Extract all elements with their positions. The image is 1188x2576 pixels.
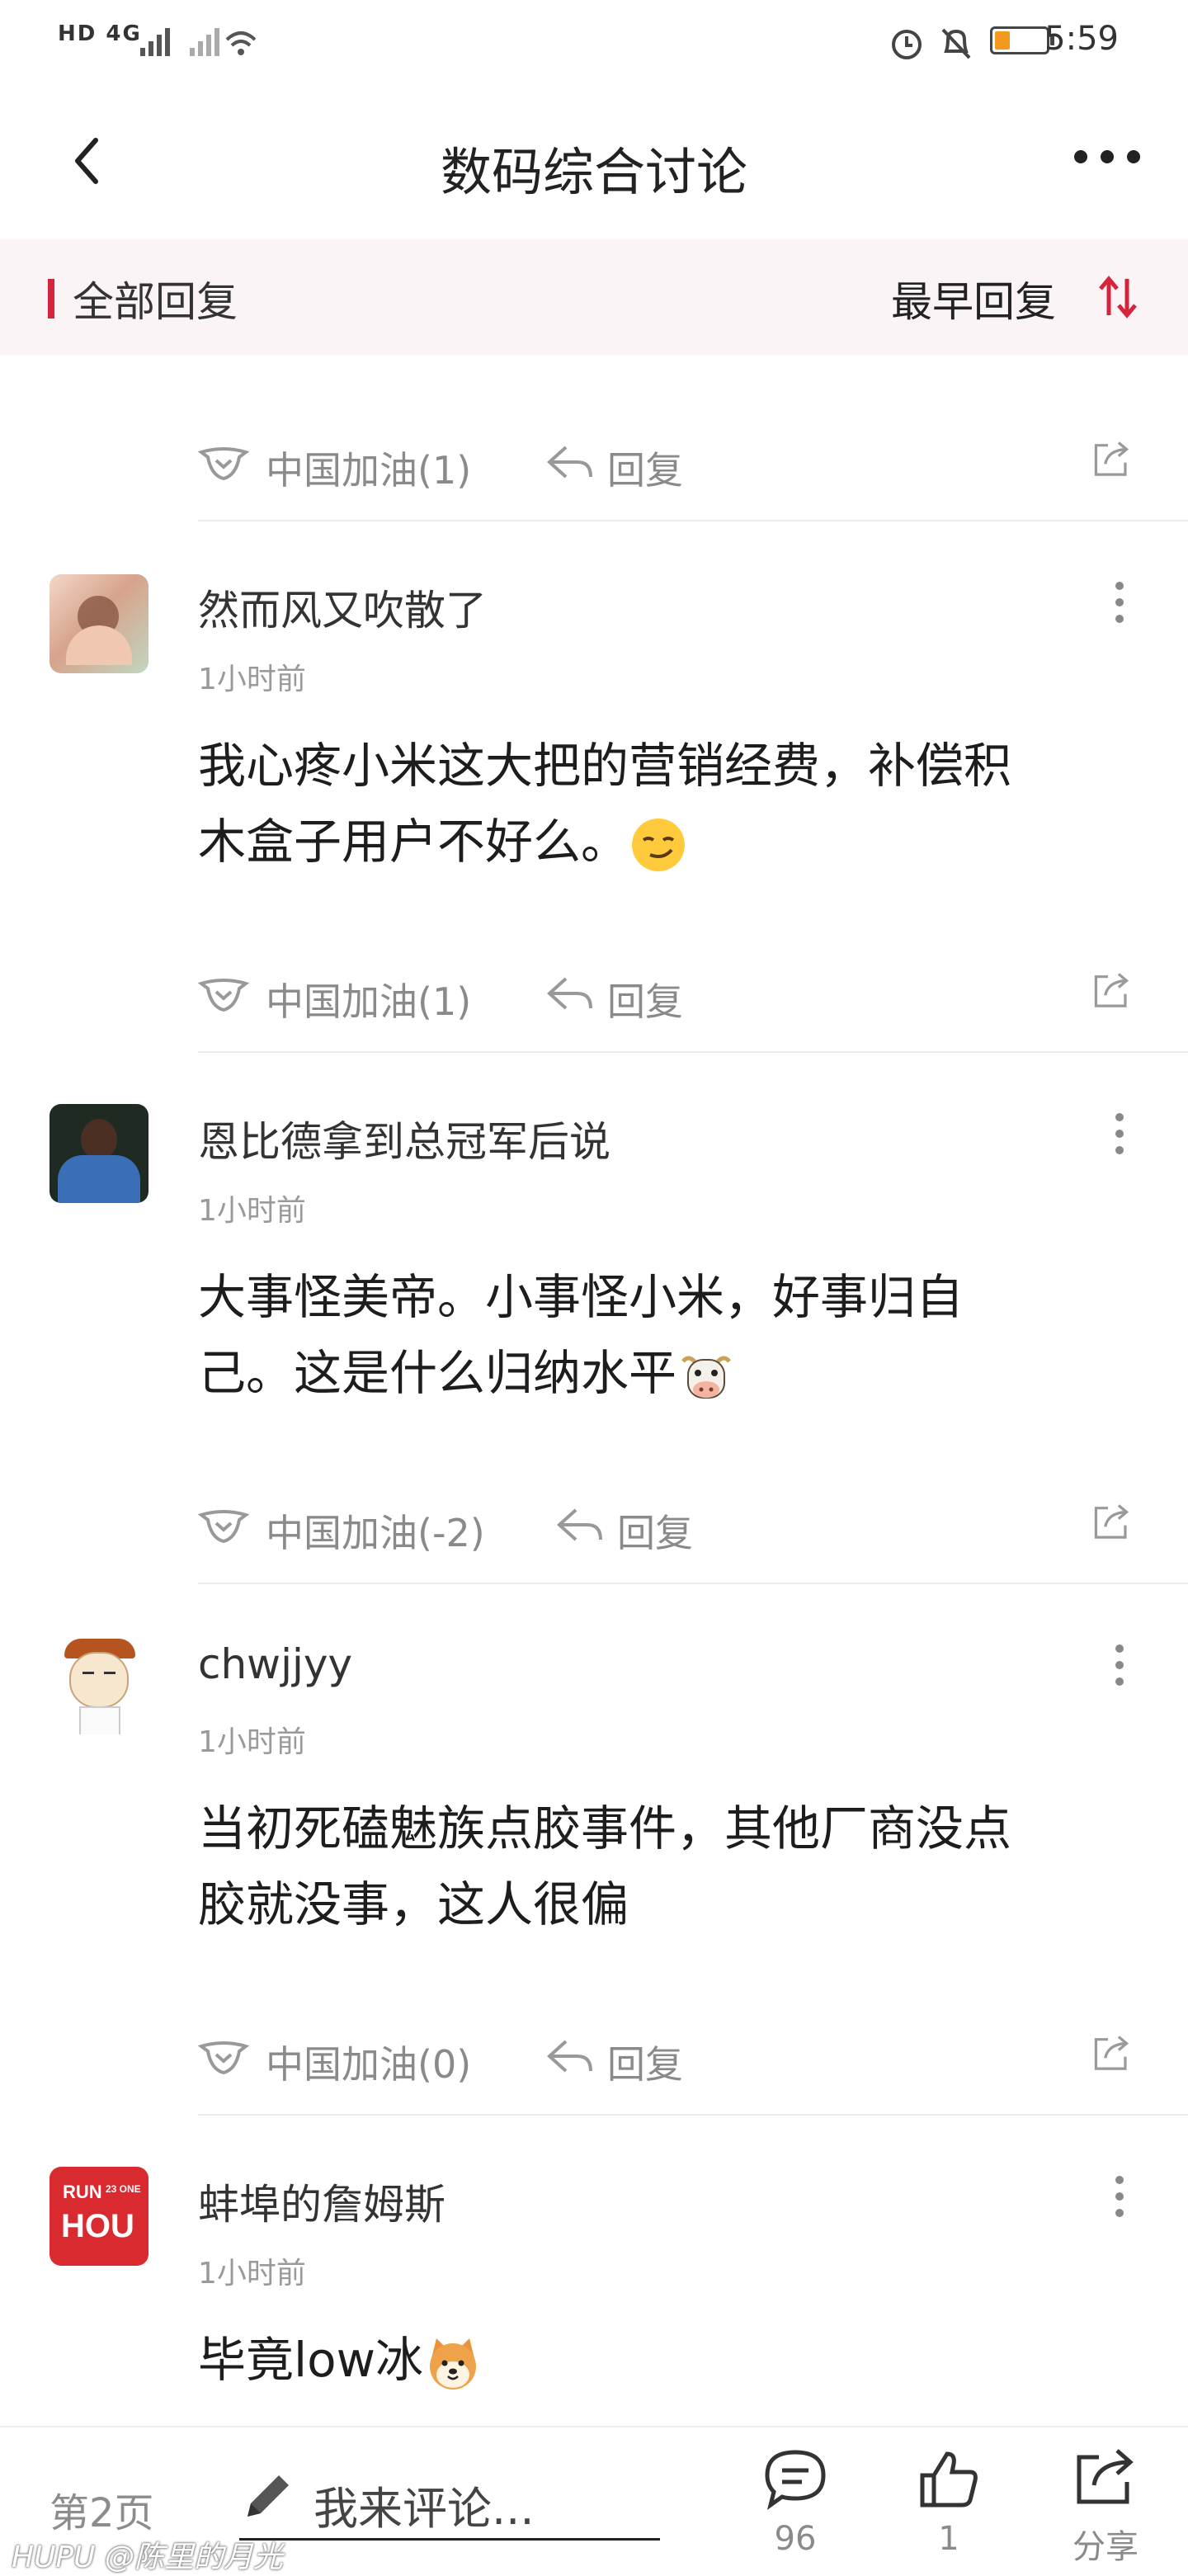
avatar[interactable] [50, 574, 148, 673]
more-options-icon[interactable] [1072, 140, 1142, 173]
share-label[interactable]: 分享 [1056, 2520, 1155, 2568]
smirk-emoji-icon [632, 818, 686, 871]
divider [198, 520, 1188, 521]
username[interactable]: 然而风又吹散了 [198, 578, 487, 637]
cheer-count[interactable]: 中国加油(1) [266, 972, 471, 1026]
reply-icon[interactable] [544, 2036, 596, 2078]
timestamp: 1小时前 [198, 1725, 306, 1759]
cheer-icon[interactable] [198, 2036, 249, 2078]
clock: 5:59 [1044, 20, 1119, 58]
share-icon[interactable] [1086, 2031, 1137, 2073]
comment-text: 毕竟low冰 [198, 2322, 1138, 2398]
reply-icon[interactable] [544, 974, 596, 1015]
cheer-icon[interactable] [198, 974, 249, 1015]
comment-more-icon[interactable] [1110, 2173, 1129, 2220]
page-title: 数码综合讨论 [440, 142, 747, 202]
comment-input-underline [239, 2538, 660, 2541]
reply-button[interactable]: 回复 [607, 441, 683, 495]
reply-button[interactable]: 回复 [607, 972, 683, 1026]
timestamp: 1小时前 [198, 663, 306, 696]
page-indicator[interactable]: 第2页 [50, 2480, 154, 2538]
username[interactable]: chwjjyy [198, 1640, 352, 1688]
reply-button[interactable]: 回复 [607, 2035, 683, 2089]
alarm-icon [892, 30, 922, 59]
sort-toggle-icon[interactable] [1097, 272, 1138, 322]
comment-more-icon[interactable] [1110, 1642, 1129, 1688]
comment-count: 96 [774, 2520, 817, 2558]
username[interactable]: 蚌埠的詹姆斯 [198, 2172, 446, 2231]
avatar[interactable]: RUN 23 ONE HOU [50, 2167, 148, 2266]
reply-icon[interactable] [544, 442, 596, 484]
reply-icon[interactable] [554, 1505, 606, 1546]
sort-bar-indicator [48, 279, 54, 318]
signal-icon [140, 28, 256, 56]
share-icon[interactable] [1086, 437, 1137, 479]
comments-icon[interactable] [762, 2447, 828, 2510]
cheer-icon[interactable] [198, 1505, 249, 1546]
divider [198, 1583, 1188, 1584]
shiba-dog-emoji-icon [430, 2338, 477, 2390]
battery-icon [990, 26, 1054, 54]
divider [198, 2114, 1188, 2116]
network-indicator: HD 4G [58, 21, 142, 46]
sort-order-button[interactable]: 最早回复 [891, 269, 1056, 328]
avatar-text: HOU [61, 2208, 134, 2244]
comment-text: 当初死磕魅族点胶事件，其他厂商没点 胶就没事，这人很偏 [198, 1800, 1012, 1932]
pencil-icon[interactable] [239, 2467, 297, 2525]
share-icon[interactable] [1086, 1500, 1137, 1541]
username[interactable]: 恩比德拿到总冠军后说 [198, 1109, 610, 1168]
comment-text: 大事怪美帝。小事怪小米，好事归自 己。这是什么归纳水平 [198, 1259, 1138, 1411]
mute-bell-icon [941, 28, 971, 59]
avatar[interactable] [50, 1104, 148, 1203]
all-replies-tab[interactable]: 全部回复 [73, 269, 238, 328]
avatar[interactable] [50, 1635, 148, 1734]
timestamp: 1小时前 [198, 1194, 306, 1228]
share-icon[interactable] [1072, 2444, 1138, 2507]
like-count: 1 [938, 2520, 959, 2558]
cheer-count[interactable]: 中国加油(1) [266, 441, 471, 495]
divider [198, 1051, 1188, 1053]
comment-more-icon[interactable] [1110, 579, 1129, 625]
reply-button[interactable]: 回复 [617, 1503, 693, 1558]
avatar-text: 23 ONE [106, 2183, 141, 2195]
cheer-count[interactable]: 中国加油(-2) [266, 1503, 485, 1558]
avatar-text: RUN [63, 2182, 102, 2202]
cow-emoji-icon [681, 1356, 732, 1399]
share-icon[interactable] [1086, 969, 1137, 1010]
status-bar: HD 4G 5:59 [0, 0, 1188, 83]
watermark: HUPU @陈里的月光 [12, 2541, 283, 2574]
comment-text: 我心疼小米这大把的营销经费，补偿积 木盒子用户不好么。 [198, 728, 1138, 880]
cheer-icon[interactable] [198, 442, 249, 484]
cheer-count[interactable]: 中国加油(0) [266, 2035, 471, 2089]
thumbs-up-icon[interactable] [916, 2447, 982, 2510]
comment-input[interactable]: 我来评论... [314, 2472, 535, 2537]
timestamp: 1小时前 [198, 2257, 306, 2291]
comment-more-icon[interactable] [1110, 1111, 1129, 1157]
